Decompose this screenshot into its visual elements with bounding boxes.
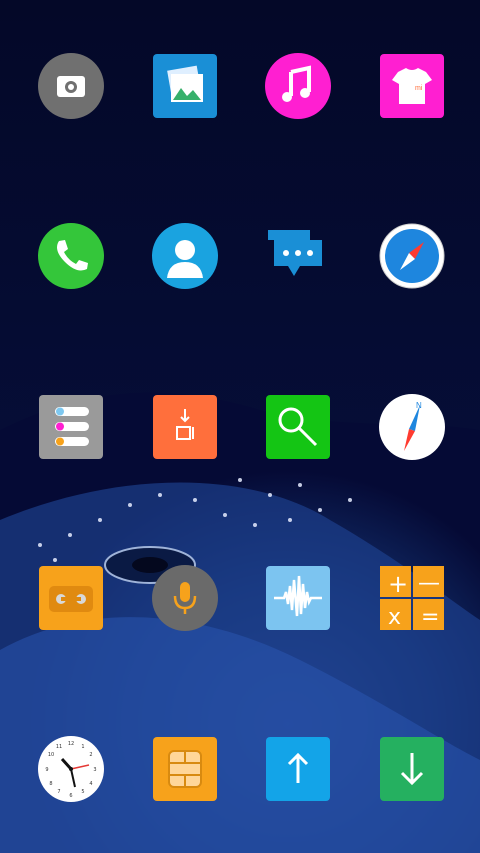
messaging-app[interactable] [264,222,332,290]
svg-text:3: 3 [93,767,96,773]
svg-text:2: 2 [89,752,92,758]
svg-text:12: 12 [68,741,74,747]
contact-icon [152,223,218,289]
phone-app[interactable] [37,222,105,290]
sim-card-icon [153,737,217,801]
svg-text:6: 6 [69,793,72,799]
svg-text:9: 9 [45,767,48,773]
cassette-icon [39,566,103,630]
voice-recorder-app[interactable] [151,564,219,632]
gallery-app[interactable] [151,52,219,120]
svg-text:8: 8 [49,781,52,787]
waveform-icon [266,566,330,630]
search-app[interactable] [264,393,332,461]
tshirt-icon: mi [380,54,444,118]
sim-toolkit-app[interactable] [151,735,219,803]
magnifier-icon [266,395,330,459]
upload-app[interactable] [264,735,332,803]
svg-text:7: 7 [57,789,60,795]
clock-app[interactable]: 12 1 2 3 45 6 78 9 10 11 [37,735,105,803]
contacts-app[interactable] [151,222,219,290]
mi-download-icon [153,395,217,459]
svg-text:x: x [388,605,401,630]
svg-text:10: 10 [48,752,54,758]
gallery-icon [153,54,217,118]
updater-app[interactable] [151,393,219,461]
svg-text:—: — [418,571,440,596]
music-app[interactable] [264,52,332,120]
camera-app[interactable] [37,52,105,120]
browser-app[interactable] [378,222,446,290]
microphone-icon [152,565,218,631]
arrow-down-icon [380,737,444,801]
list-toggle-icon [39,395,103,459]
svg-text:+: + [388,570,408,598]
music-note-icon [265,53,331,119]
phone-icon [38,223,104,289]
fm-radio-app[interactable] [37,564,105,632]
svg-text:=: = [421,605,439,630]
svg-text:N: N [416,401,422,410]
sound-recorder-app[interactable] [264,564,332,632]
arrow-up-icon [266,737,330,801]
svg-text:11: 11 [56,744,62,750]
compass-app[interactable]: N [378,393,446,461]
calculator-app[interactable]: + — x = [378,564,446,632]
chat-bubbles-icon [268,230,322,276]
svg-text:1: 1 [81,744,84,750]
themes-app[interactable]: mi [378,52,446,120]
mi-mark: mi [415,85,423,92]
camera-icon [38,53,104,119]
calculator-icon: + — x = [380,566,444,630]
clock-icon: 12 12 3 45 6 78 9 1011 [38,736,104,802]
settings-list-app[interactable] [37,393,105,461]
download-app[interactable] [378,735,446,803]
compass-needle-icon: N [379,394,445,460]
svg-text:5: 5 [81,789,84,795]
svg-text:4: 4 [89,781,92,787]
compass-icon [379,223,445,289]
